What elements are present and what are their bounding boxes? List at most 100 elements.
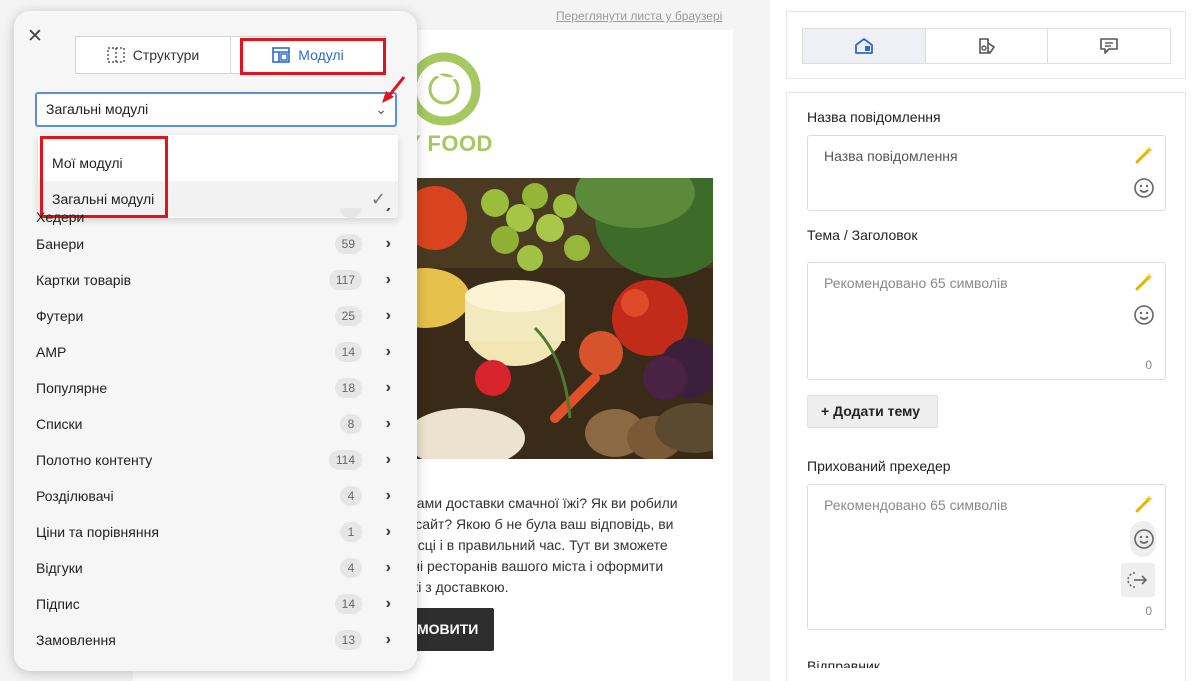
email-body-text: угами доставки смачної їжі? Як ви робили…: [405, 495, 678, 595]
category-item-banners[interactable]: Банери 59 ›: [14, 226, 417, 262]
category-label: Популярне: [36, 380, 108, 396]
category-item-orders[interactable]: Замовлення 13 ›: [14, 622, 417, 658]
ai-magic-wand-icon[interactable]: [1133, 144, 1155, 166]
settings-tabs-container: [786, 11, 1186, 79]
chevron-right-icon: ›: [385, 559, 391, 576]
category-item-reviews[interactable]: Відгуки 4 ›: [14, 550, 417, 586]
category-label: Ціни та порівняння: [36, 524, 159, 540]
preheader-field[interactable]: Рекомендовано 65 символів 0: [807, 484, 1166, 630]
logo-text: Y FOOD: [406, 131, 493, 156]
category-count-badge: [340, 208, 362, 218]
preheader-label: Прихований прехедер: [807, 458, 951, 474]
message-name-field[interactable]: Назва повідомлення: [807, 135, 1166, 211]
category-item-lists[interactable]: Списки 8 ›: [14, 406, 417, 442]
tab-modules-label: Модулі: [298, 47, 344, 63]
category-count-badge: 114: [328, 450, 362, 470]
message-settings-form: Назва повідомлення Назва повідомлення Те…: [786, 92, 1186, 681]
dropdown-option-label: Загальні модулі: [52, 191, 155, 207]
category-count-badge: 14: [334, 594, 362, 614]
panel-tabs: Структури Модулі: [75, 36, 386, 74]
chevron-right-icon: ›: [385, 595, 391, 612]
category-label: Підпис: [36, 596, 80, 612]
category-item-signature[interactable]: Підпис 14 ›: [14, 586, 417, 622]
sender-label: Відправник: [807, 658, 880, 668]
subject-char-counter: 0: [1145, 358, 1152, 372]
category-item-headers[interactable]: Хедери ›: [14, 208, 417, 226]
category-count-badge: 13: [334, 630, 362, 650]
settings-tabs: [802, 28, 1171, 64]
category-item-popular[interactable]: Популярне 18 ›: [14, 370, 417, 406]
dropdown-option-label: Мої модулі: [52, 155, 123, 171]
category-count-badge: 25: [334, 306, 362, 326]
category-count-badge: 117: [328, 270, 362, 290]
category-item-footers[interactable]: Футери 25 ›: [14, 298, 417, 334]
category-label: Списки: [36, 416, 83, 432]
chevron-right-icon: ›: [385, 631, 391, 648]
module-source-select[interactable]: Загальні модулі ⌄: [35, 92, 397, 127]
chevron-right-icon: ›: [386, 208, 391, 217]
category-label: AMP: [36, 344, 67, 360]
emoji-icon[interactable]: [1133, 177, 1155, 199]
category-label: Картки товарів: [36, 272, 132, 288]
message-name-placeholder: Назва повідомлення: [824, 148, 958, 164]
tab-comments[interactable]: [1047, 29, 1170, 63]
tab-modules[interactable]: Модулі: [230, 37, 385, 73]
ai-magic-wand-icon[interactable]: [1133, 271, 1155, 293]
structure-icon: [107, 47, 125, 63]
preheader-char-counter: 0: [1145, 604, 1152, 618]
insert-icon: [1127, 572, 1148, 588]
category-label: Банери: [36, 236, 85, 252]
subject-placeholder: Рекомендовано 65 символів: [824, 275, 1008, 291]
insert-variable-button[interactable]: [1121, 563, 1155, 597]
category-item-amp[interactable]: AMP 14 ›: [14, 334, 417, 370]
category-item-product-cards[interactable]: Картки товарів 117 ›: [14, 262, 417, 298]
category-label: Розділювачі: [36, 488, 114, 504]
category-count-badge: 59: [334, 234, 362, 254]
module-source-dropdown: Мої модулі Загальні модулі ✓: [38, 135, 398, 218]
category-item-prices[interactable]: Ціни та порівняння 1 ›: [14, 514, 417, 550]
chevron-right-icon: ›: [385, 379, 391, 396]
category-item-dividers[interactable]: Розділювачі 4 ›: [14, 478, 417, 514]
dropdown-option-my-modules[interactable]: Мої модулі: [38, 145, 398, 181]
chevron-right-icon: ›: [385, 451, 391, 468]
emoji-icon[interactable]: [1133, 528, 1155, 550]
category-count-badge: 4: [340, 558, 362, 578]
category-count-badge: 8: [340, 414, 362, 434]
close-icon[interactable]: ✕: [25, 27, 45, 47]
chevron-right-icon: ›: [385, 271, 391, 288]
tab-tags[interactable]: [924, 29, 1048, 63]
annotation-arrow-icon: [382, 76, 406, 103]
chevron-right-icon: ›: [385, 235, 391, 252]
modules-icon: [272, 47, 291, 63]
chevron-right-icon: ›: [385, 523, 391, 540]
category-count-badge: 14: [334, 342, 362, 362]
category-count-badge: 18: [334, 378, 362, 398]
tab-structures-label: Структури: [132, 47, 200, 63]
category-label: Футери: [36, 308, 84, 324]
category-list: Хедери › Банери 59 › Картки товарів 117 …: [14, 208, 417, 658]
chevron-right-icon: ›: [385, 307, 391, 324]
subject-label: Тема / Заголовок: [807, 227, 918, 243]
category-label: Замовлення: [36, 632, 116, 648]
tab-structures[interactable]: Структури: [76, 37, 230, 73]
module-source-value: Загальні модулі: [46, 101, 149, 117]
emoji-icon[interactable]: [1133, 304, 1155, 326]
view-in-browser-link[interactable]: Переглянути листа у браузері: [556, 9, 722, 23]
chevron-right-icon: ›: [385, 415, 391, 432]
category-item-content-canvas[interactable]: Полотно контенту 114 ›: [14, 442, 417, 478]
order-button[interactable]: МОВИТИ: [405, 608, 494, 651]
chevron-right-icon: ›: [385, 487, 391, 504]
tab-message-settings[interactable]: [803, 29, 925, 63]
ai-magic-wand-icon[interactable]: [1133, 493, 1155, 515]
comment-icon: [1100, 38, 1118, 54]
category-count-badge: 4: [340, 486, 362, 506]
subject-field[interactable]: Рекомендовано 65 символів 0: [807, 262, 1166, 380]
category-count-badge: 1: [340, 522, 362, 542]
add-topic-button[interactable]: + Додати тему: [807, 395, 938, 428]
modules-panel: ✕ Структури Модулі Загальні модулі ⌄ Мої…: [14, 11, 417, 671]
category-label: Хедери: [36, 209, 85, 225]
chevron-right-icon: ›: [385, 343, 391, 360]
food-image: [405, 178, 713, 459]
preheader-placeholder: Рекомендовано 65 символів: [824, 497, 1008, 513]
category-label: Відгуки: [36, 560, 83, 576]
